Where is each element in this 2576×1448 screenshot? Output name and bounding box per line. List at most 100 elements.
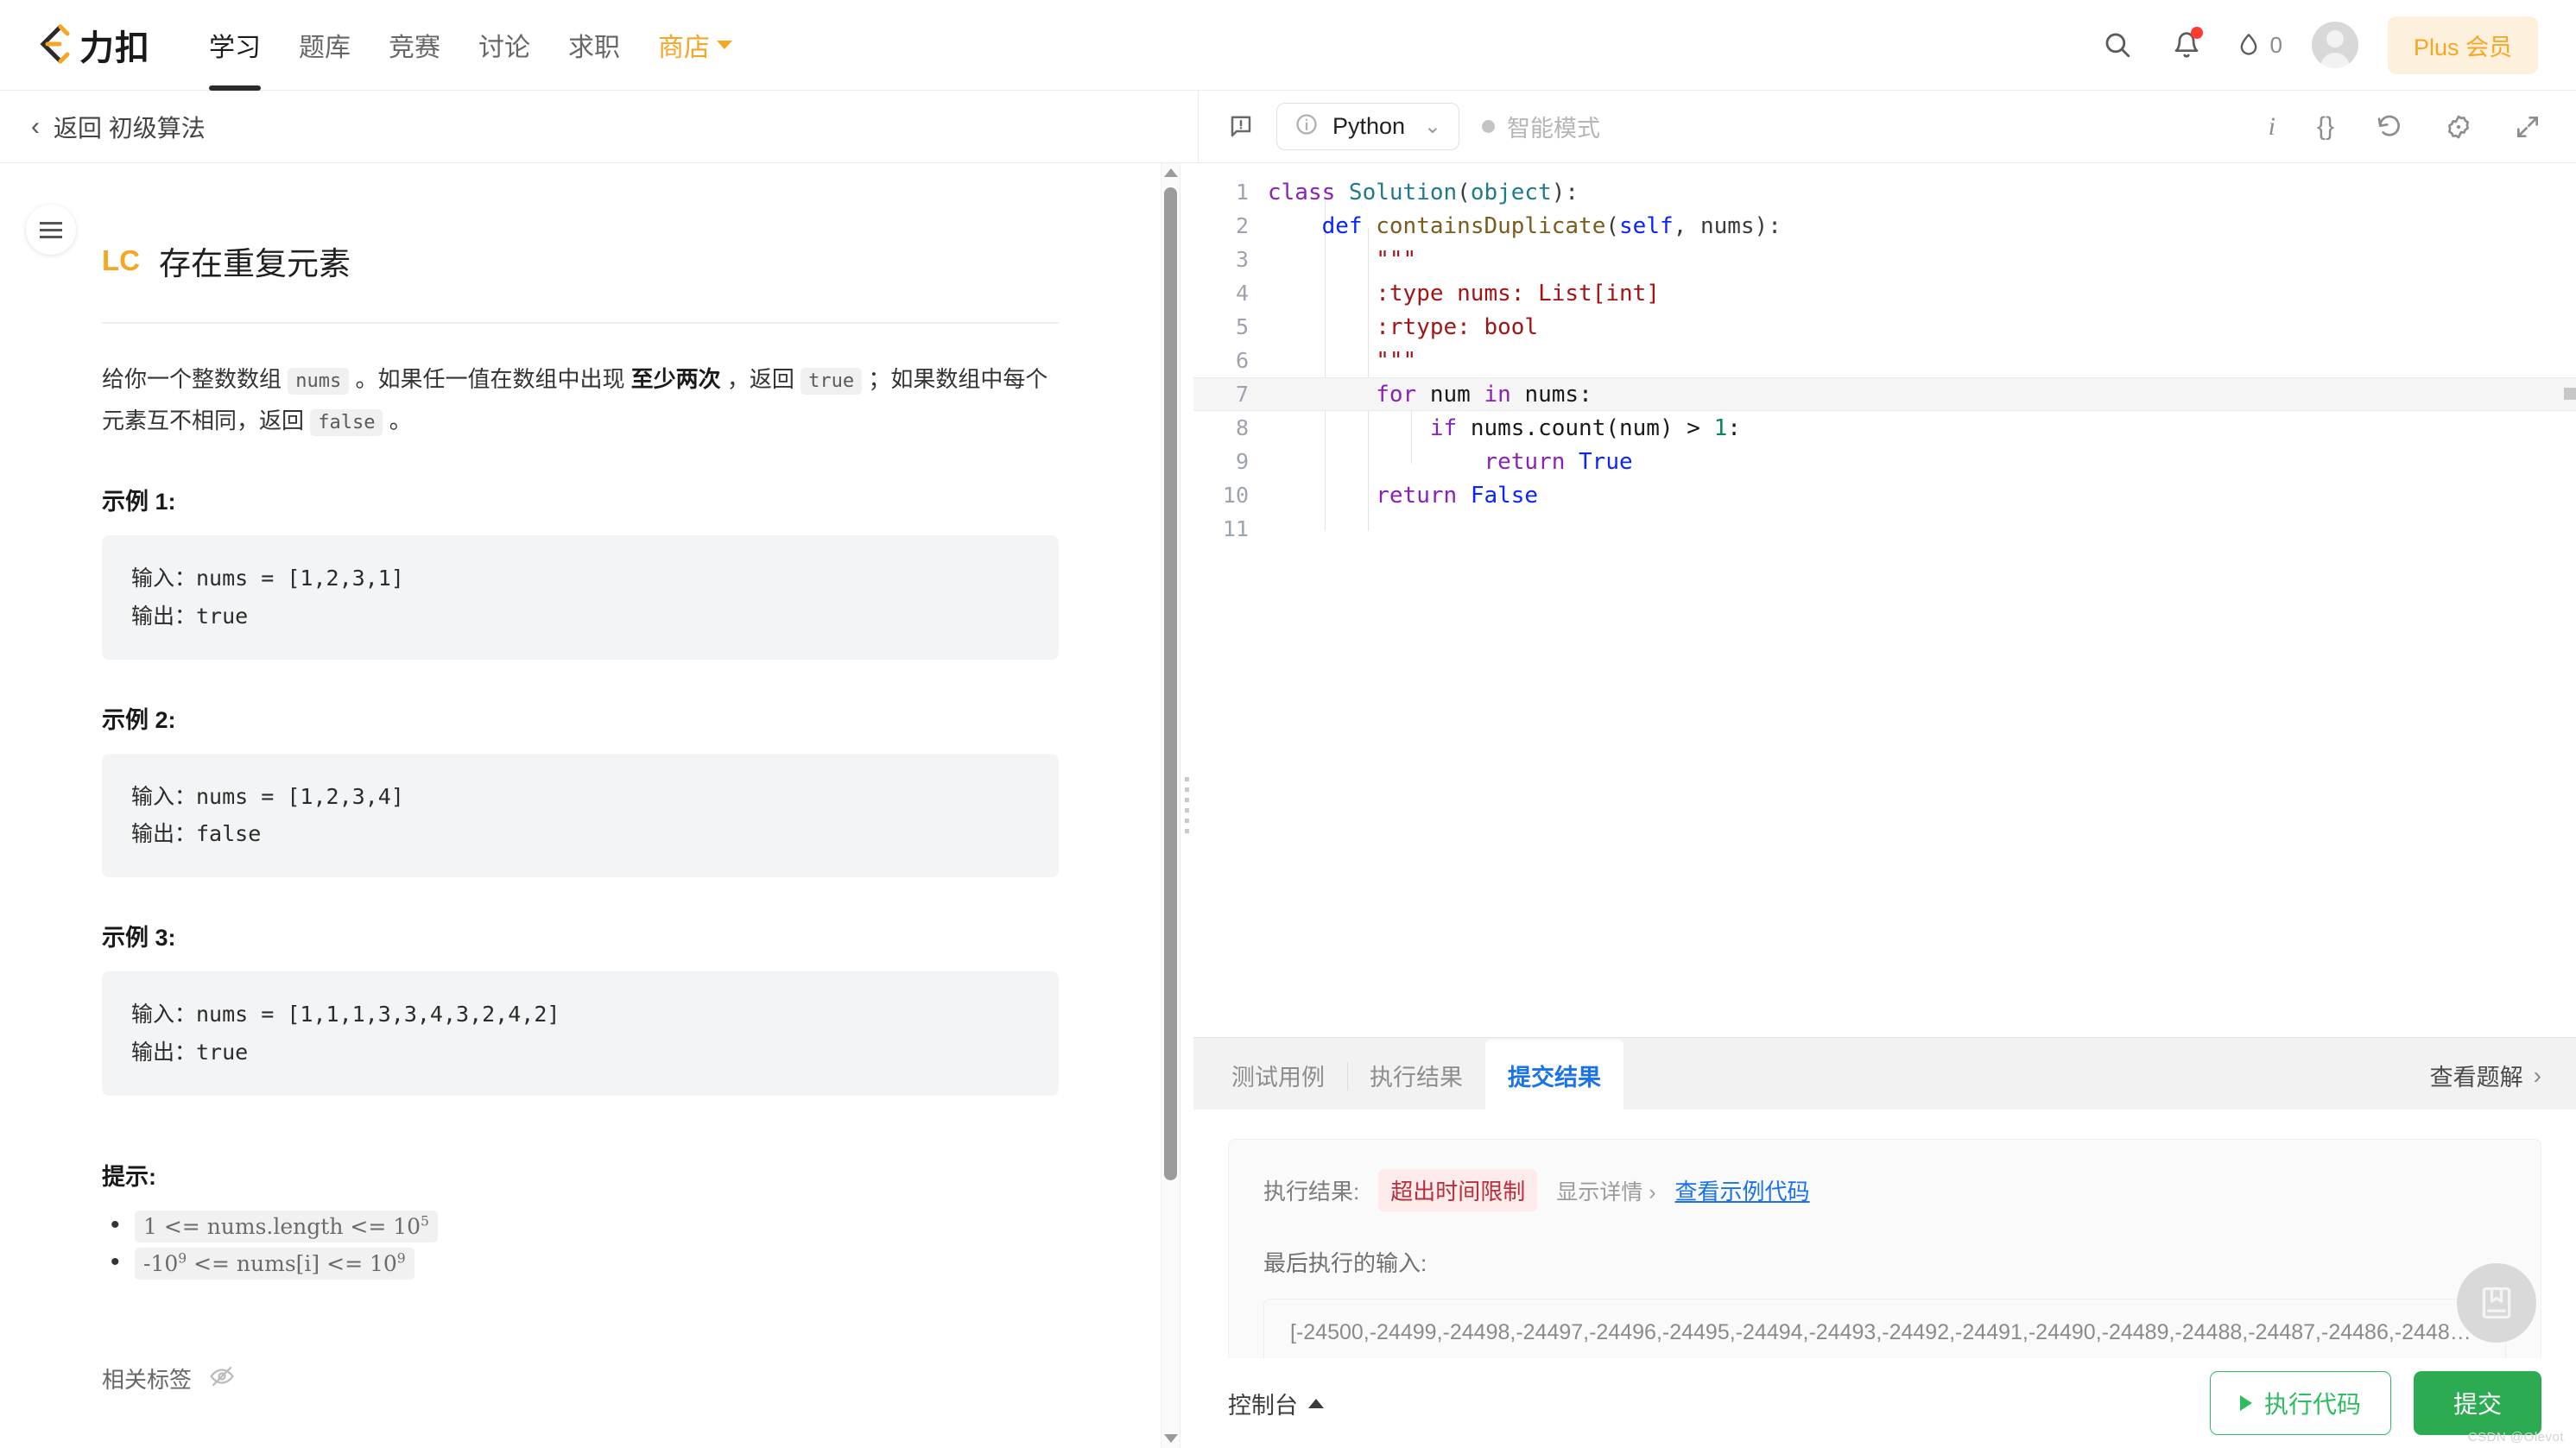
code-token: ( (1605, 212, 1620, 239)
nav-item-problems[interactable]: 题库 (280, 0, 370, 91)
info-italic-icon[interactable]: i (2269, 112, 2275, 142)
notebook-bookmark-icon[interactable] (2457, 1263, 2536, 1343)
code-text: """ (1268, 247, 1416, 273)
view-solution-label: 查看题解 (2429, 1065, 2523, 1091)
top-navigation-bar: 力扣 学习 题库 竞赛 讨论 求职 商店 0 Plus 会员 (0, 0, 2576, 91)
code-line[interactable]: 3 """ (1193, 243, 2576, 276)
main-content-area: LC 存在重复元素 给你一个整数数组 nums 。如果任一值在数组中出现 至少两… (0, 163, 2576, 1448)
scrollbar-thumb[interactable] (1164, 187, 1177, 1180)
fullscreen-expand-icon[interactable] (2514, 113, 2541, 141)
tab-run-result[interactable]: 执行结果 (1347, 1040, 1485, 1110)
status-badge: 超出时间限制 (1378, 1169, 1538, 1211)
scroll-down-arrow-icon[interactable] (1163, 1434, 1178, 1443)
tab-testcase[interactable]: 测试用例 (1209, 1040, 1347, 1110)
example-2-title: 示例 2: (102, 706, 176, 733)
nav-item-shop[interactable]: 商店 (639, 0, 751, 91)
line-number: 8 (1235, 415, 1249, 440)
chevron-left-icon: ‹ (31, 111, 40, 141)
code-text: class Solution(object): (1268, 180, 1579, 206)
notification-bell-icon[interactable] (2167, 25, 2206, 65)
hint-constraint-length: 1 <= nums.length <= 105 (135, 1211, 438, 1243)
line-number: 11 (1222, 516, 1249, 541)
nav-label: 竞赛 (389, 34, 440, 62)
code-line[interactable]: 4 :type nums: List[int] (1193, 276, 2576, 310)
settings-gear-icon[interactable] (2445, 113, 2472, 141)
main-nav-items: 学习 题库 竞赛 讨论 求职 商店 (190, 0, 751, 91)
code-line[interactable]: 5 :rtype: bool (1193, 310, 2576, 344)
console-toggle[interactable]: 控制台 (1228, 1387, 1324, 1420)
nav-label: 求职 (568, 34, 620, 62)
run-code-label: 执行代码 (2263, 1391, 2361, 1418)
scroll-up-arrow-icon[interactable] (1163, 168, 1178, 177)
search-icon[interactable] (2098, 25, 2137, 65)
language-selector[interactable]: Python ⌄ (1276, 103, 1459, 150)
leetcode-logo[interactable]: 力扣 (35, 20, 150, 70)
code-line[interactable]: 10 return False (1193, 478, 2576, 512)
editor-tool-icons: i {} (2269, 112, 2541, 142)
tab-submit-result[interactable]: 提交结果 (1485, 1040, 1623, 1110)
problem-title-row: LC 存在重复元素 (102, 237, 1059, 284)
code-token: : (1727, 414, 1741, 441)
problem-menu-button[interactable] (26, 205, 76, 255)
desc-part-1: 给你一个整数数组 (102, 366, 288, 392)
chevron-down-icon: ⌄ (1423, 115, 1441, 138)
feedback-icon[interactable] (1228, 114, 1254, 140)
reset-undo-icon[interactable] (2376, 113, 2403, 141)
code-token: num (1429, 381, 1484, 408)
streak-counter[interactable]: 0 (2236, 30, 2282, 60)
code-editor[interactable]: 1 class Solution(object): 2 def containsDu… (1193, 163, 2576, 1037)
code-text: if nums.count(num) > 1: (1268, 415, 1741, 441)
code-token: for (1376, 381, 1430, 408)
leetcode-problem-page: 力扣 学习 题库 竞赛 讨论 求职 商店 0 Plus 会员 ‹ 返回 初级算法… (0, 0, 2576, 1448)
hints-title: 提示: (102, 1163, 156, 1190)
smart-mode-toggle[interactable]: 智能模式 (1482, 110, 1600, 143)
nav-item-jobs[interactable]: 求职 (549, 0, 639, 91)
last-input-value[interactable]: [-24500,-24499,-24498,-24497,-24496,-244… (1263, 1299, 2506, 1367)
eye-off-icon[interactable] (209, 1363, 235, 1394)
code-line[interactable]: 2 def containsDuplicate(self, nums): (1193, 209, 2576, 243)
problem-content: LC 存在重复元素 给你一个整数数组 nums 。如果任一值在数组中出现 至少两… (0, 237, 1161, 1394)
code-text: return True (1268, 449, 1632, 475)
code-text: return False (1268, 483, 1538, 509)
line-number: 10 (1222, 483, 1249, 508)
nav-item-study[interactable]: 学习 (190, 0, 280, 91)
nav-item-contest[interactable]: 竞赛 (370, 0, 459, 91)
code-token: ): (1551, 179, 1579, 206)
problem-scrollbar[interactable] (1161, 163, 1180, 1448)
user-avatar[interactable] (2311, 22, 2358, 68)
code-line[interactable]: 8 if nums.count(num) > 1: (1193, 411, 2576, 445)
hint-text: -10 (143, 1251, 179, 1277)
run-code-button[interactable]: 执行代码 (2209, 1371, 2391, 1435)
example-1-title: 示例 1: (102, 489, 176, 515)
code-token: """ (1376, 246, 1417, 273)
code-line[interactable]: 7 for num in nums: (1193, 377, 2576, 411)
related-tags-label: 相关标签 (102, 1367, 193, 1394)
plus-membership-button[interactable]: Plus 会员 (2387, 16, 2538, 74)
submit-button[interactable]: 提交 (2413, 1371, 2541, 1435)
back-to-course-button[interactable]: ‹ 返回 初级算法 (0, 91, 1199, 162)
code-line[interactable]: 9 return True (1193, 445, 2576, 478)
show-detail-link[interactable]: 显示详情 › (1556, 1175, 1655, 1206)
code-text: :rtype: bool (1268, 314, 1538, 340)
pane-splitter[interactable] (1180, 163, 1193, 1448)
notification-badge (2190, 27, 2203, 39)
editor-scroll-indicator[interactable] (2564, 388, 2576, 400)
code-token: object (1470, 179, 1552, 206)
flame-icon (2236, 30, 2262, 60)
sample-code-link[interactable]: 查看示例代码 (1675, 1174, 1810, 1206)
code-line[interactable]: 6 """ (1193, 344, 2576, 377)
lc-badge: LC (102, 244, 140, 276)
view-solution-link[interactable]: 查看题解 › (2396, 1040, 2576, 1110)
related-tags-row[interactable]: 相关标签 (102, 1363, 1059, 1394)
code-token: , nums): (1673, 212, 1782, 239)
code-line[interactable]: 11 (1193, 512, 2576, 546)
line-number: 6 (1235, 348, 1249, 373)
nav-item-discuss[interactable]: 讨论 (459, 0, 549, 91)
format-braces-icon[interactable]: {} (2317, 112, 2334, 142)
code-line[interactable]: 1 class Solution(object): (1193, 175, 2576, 209)
